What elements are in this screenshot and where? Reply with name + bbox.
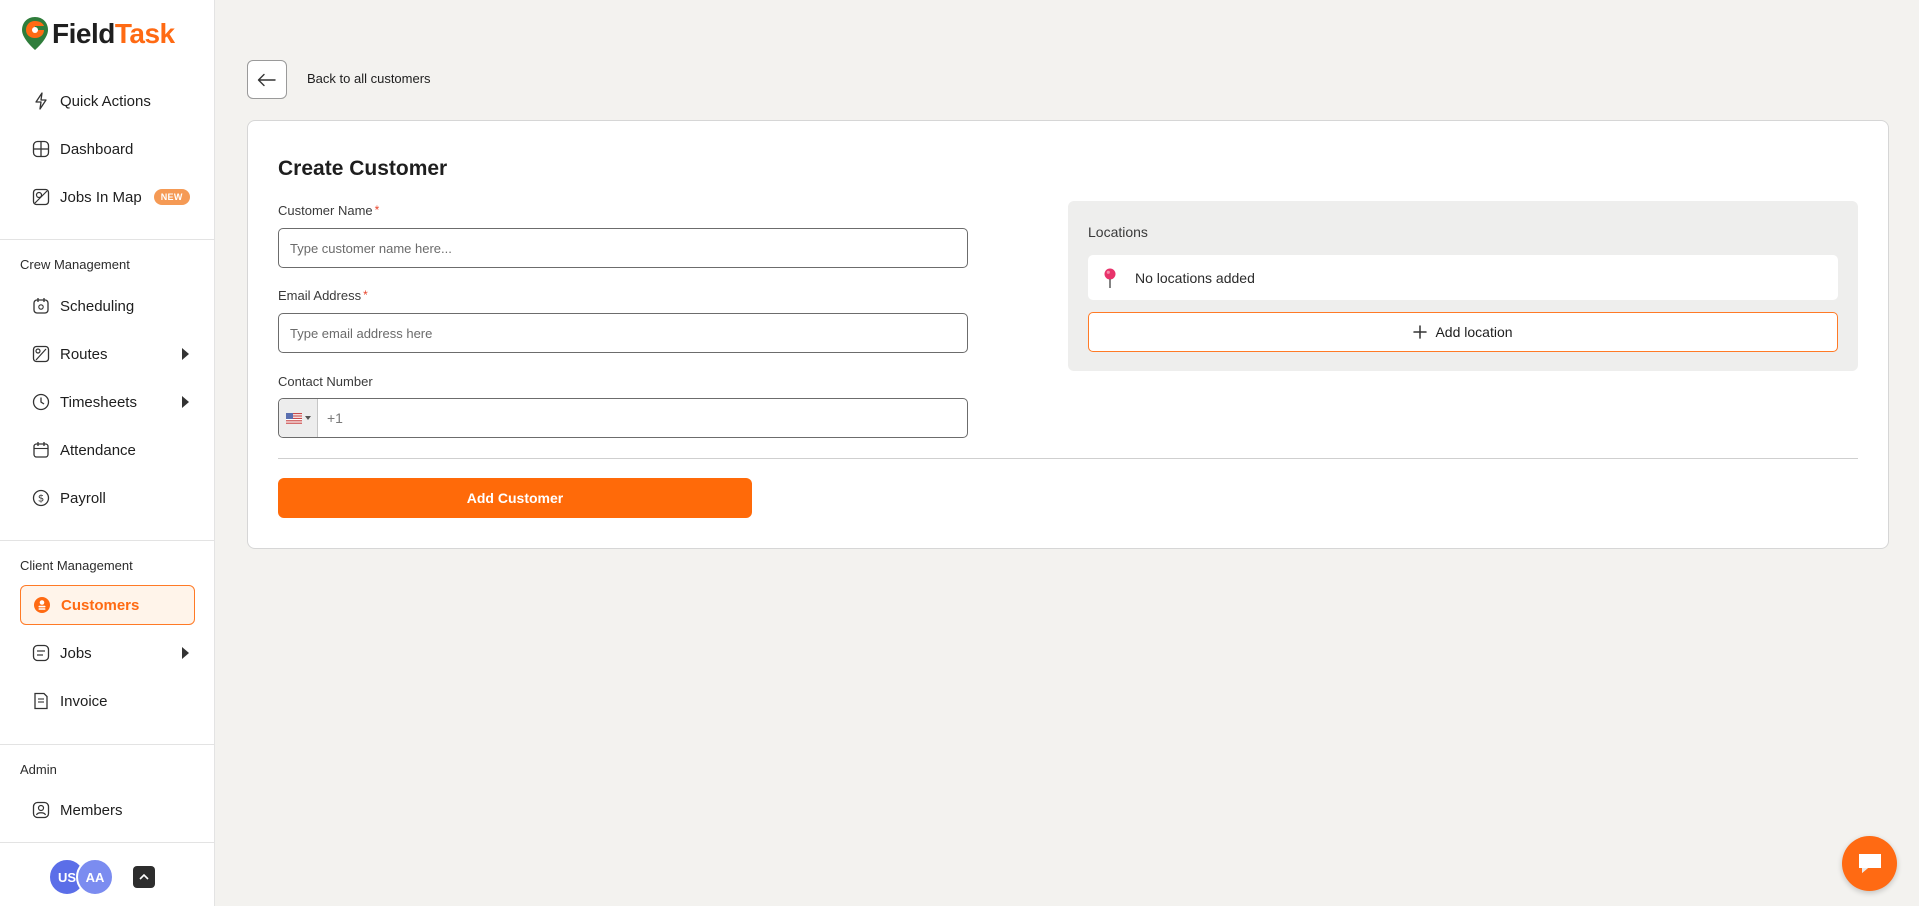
sidebar-item-label: Jobs bbox=[60, 644, 92, 662]
route-icon bbox=[32, 345, 50, 363]
add-location-label: Add location bbox=[1435, 324, 1513, 340]
logo-pin-icon bbox=[22, 17, 48, 50]
sidebar-divider bbox=[0, 744, 214, 745]
sidebar-item-customers[interactable]: Customers bbox=[20, 585, 195, 625]
sidebar-divider bbox=[0, 239, 214, 240]
customer-icon bbox=[33, 596, 51, 614]
back-button[interactable] bbox=[247, 60, 287, 99]
dollar-icon: $ bbox=[32, 489, 50, 507]
sidebar-item-payroll[interactable]: $ Payroll bbox=[20, 479, 195, 517]
sidebar-item-jobs-in-map[interactable]: Jobs In Map NEW bbox=[20, 178, 195, 216]
sidebar-item-label: Payroll bbox=[60, 489, 106, 507]
svg-text:$: $ bbox=[38, 494, 44, 505]
grid-icon bbox=[32, 140, 50, 158]
sidebar-item-dashboard[interactable]: Dashboard bbox=[20, 130, 195, 168]
invoice-icon bbox=[32, 692, 50, 710]
sidebar-item-members[interactable]: Members bbox=[20, 791, 195, 829]
chevron-up-icon bbox=[139, 873, 149, 880]
sidebar-item-label: Timesheets bbox=[60, 393, 137, 411]
avatar[interactable]: AA bbox=[76, 858, 114, 896]
section-heading-admin: Admin bbox=[20, 762, 57, 777]
page-title: Create Customer bbox=[278, 157, 448, 180]
create-customer-card: Create Customer Customer Name* Email Add… bbox=[247, 120, 1889, 549]
required-mark: * bbox=[363, 288, 368, 302]
sidebar-item-label: Dashboard bbox=[60, 140, 134, 158]
sidebar-item-jobs[interactable]: Jobs bbox=[20, 634, 195, 672]
add-customer-button[interactable]: Add Customer bbox=[278, 478, 752, 518]
sidebar-divider bbox=[0, 842, 214, 843]
required-mark: * bbox=[374, 203, 380, 217]
email-label-text: Email Address bbox=[278, 288, 362, 303]
sidebar-divider bbox=[0, 540, 214, 541]
caret-right-icon bbox=[182, 647, 189, 659]
bolt-icon bbox=[32, 92, 50, 110]
logo-text: FieldTask bbox=[52, 18, 175, 50]
locations-panel: Locations No locations added Add locatio… bbox=[1068, 201, 1858, 371]
sidebar-item-routes[interactable]: Routes bbox=[20, 335, 195, 373]
logo-text-task: Task bbox=[114, 18, 175, 49]
locations-empty-text: No locations added bbox=[1135, 269, 1255, 286]
caret-right-icon bbox=[182, 396, 189, 408]
back-link-text[interactable]: Back to all customers bbox=[307, 71, 431, 86]
country-code-select[interactable] bbox=[279, 399, 318, 437]
sidebar-item-label: Customers bbox=[61, 596, 140, 614]
sidebar-item-label: Invoice bbox=[60, 692, 108, 710]
sidebar-item-quick-actions[interactable]: Quick Actions bbox=[20, 82, 195, 120]
sidebar-item-label: Routes bbox=[60, 345, 108, 363]
sidebar-item-label: Scheduling bbox=[60, 297, 135, 315]
locations-empty-state: No locations added bbox=[1088, 255, 1838, 300]
app-root: FieldTask Quick Actions Dashboard Jobs I… bbox=[0, 0, 1919, 906]
sidebar-item-attendance[interactable]: Attendance bbox=[20, 431, 195, 469]
add-location-button[interactable]: Add location bbox=[1088, 312, 1838, 352]
us-flag-icon bbox=[285, 412, 302, 424]
phone-field bbox=[278, 398, 968, 438]
form-divider bbox=[278, 458, 1858, 459]
sidebar-item-invoice[interactable]: Invoice bbox=[20, 682, 195, 720]
sidebar-item-label: Attendance bbox=[60, 441, 136, 459]
email-label: Email Address * bbox=[278, 288, 368, 303]
sidebar: FieldTask Quick Actions Dashboard Jobs I… bbox=[0, 0, 215, 906]
chat-button[interactable] bbox=[1842, 836, 1897, 891]
customer-name-label-text: Customer Name bbox=[278, 203, 373, 218]
new-badge: NEW bbox=[153, 189, 190, 205]
expand-up-button[interactable] bbox=[133, 866, 155, 888]
caret-right-icon bbox=[182, 348, 189, 360]
sidebar-item-label: Quick Actions bbox=[60, 92, 151, 110]
email-field[interactable] bbox=[278, 313, 968, 353]
map-pin-icon bbox=[1100, 267, 1120, 289]
sidebar-item-timesheets[interactable]: Timesheets bbox=[20, 383, 195, 421]
customer-name-input[interactable] bbox=[278, 228, 968, 268]
sidebar-item-label: Jobs In Map bbox=[60, 188, 142, 206]
members-icon bbox=[32, 801, 50, 819]
arrow-left-icon bbox=[257, 73, 276, 86]
sidebar-item-label: Members bbox=[60, 801, 123, 819]
chat-icon bbox=[1858, 853, 1881, 873]
section-heading-crew: Crew Management bbox=[20, 257, 130, 272]
jobs-icon bbox=[32, 644, 50, 662]
clock-icon bbox=[32, 393, 50, 411]
sidebar-item-scheduling[interactable]: Scheduling bbox=[20, 287, 195, 325]
map-icon bbox=[32, 188, 50, 206]
avatar-group[interactable]: US AA bbox=[48, 857, 114, 897]
phone-number-input[interactable] bbox=[318, 399, 967, 437]
logo-text-field: Field bbox=[52, 18, 115, 49]
customer-name-label: Customer Name * bbox=[278, 203, 379, 218]
calendar-icon bbox=[32, 297, 50, 315]
chevron-down-icon bbox=[304, 416, 311, 420]
attendance-icon bbox=[32, 441, 50, 459]
plus-icon bbox=[1413, 325, 1428, 339]
section-heading-client: Client Management bbox=[20, 558, 133, 573]
logo[interactable]: FieldTask bbox=[20, 14, 175, 54]
locations-title: Locations bbox=[1088, 224, 1148, 240]
contact-number-label: Contact Number bbox=[278, 374, 373, 389]
